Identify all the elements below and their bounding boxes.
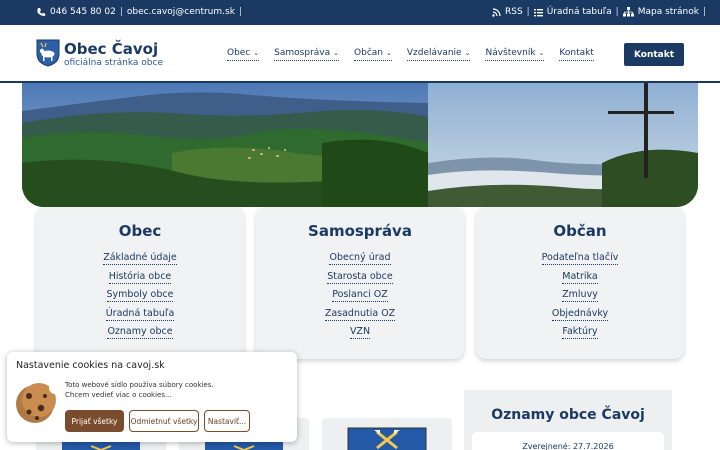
card-obec: Obec Základné údaje História obce Symbol… [36, 207, 244, 359]
cookie-title: Nastavenie cookies na cavoj.sk [16, 360, 165, 371]
cookie-icon [15, 380, 61, 430]
site-logo[interactable]: Obec Čavoj oficiálna stránka obce [36, 39, 163, 71]
news-card[interactable] [322, 418, 452, 450]
list-icon [533, 8, 543, 17]
nav-item-kontakt[interactable]: Kontakt [559, 48, 594, 61]
site-header: Obec Čavoj oficiálna stránka obce Obec ⌄… [0, 25, 720, 83]
card-link[interactable]: Symboly obce [36, 286, 244, 305]
cookie-banner: Nastavenie cookies na cavoj.sk Toto webo… [7, 352, 297, 442]
sitemap-link[interactable]: Mapa stránok [638, 7, 699, 17]
site-subtitle: oficiálna stránka obce [64, 58, 163, 68]
card-link[interactable]: Základné údaje [36, 249, 244, 268]
nav-label: Obec [227, 48, 251, 58]
nav-label: Občan [354, 48, 383, 58]
phone-link[interactable]: 046 545 80 02 [50, 7, 116, 17]
hero-landscape-image [22, 83, 698, 207]
separator: | [702, 7, 706, 17]
notice-date: Zverejnené: 27.7.2026 [522, 442, 614, 450]
nav-label: Návštevník [485, 48, 536, 58]
nav-item-navstevnik[interactable]: Návštevník ⌄ [485, 48, 545, 61]
nav-item-vzdelavanie[interactable]: Vzdelávanie ⌄ [406, 48, 471, 61]
main-nav: Obec ⌄ Samospráva ⌄ Občan ⌄ Vzdelávanie … [227, 48, 594, 61]
cookie-text: Toto webové sídlo používa súbory cookies… [65, 380, 214, 400]
card-link[interactable]: Matrika [476, 268, 684, 287]
card-link[interactable]: Objednávky [476, 305, 684, 324]
nav-label: Kontakt [559, 48, 594, 58]
card-link[interactable]: VZN [256, 323, 464, 342]
card-title[interactable]: Občan [476, 222, 684, 240]
notices-panel: Oznamy obce Čavoj Zverejnené: 27.7.2026 [464, 390, 672, 450]
card-link[interactable]: Zasadnutia OZ [256, 305, 464, 324]
rss-link[interactable]: RSS [505, 7, 523, 17]
accept-all-button[interactable]: Prijať všetky [65, 410, 124, 432]
card-link[interactable]: Starosta obce [256, 268, 464, 287]
rss-icon [492, 7, 501, 17]
nav-label: Vzdelávanie [406, 48, 462, 58]
card-title[interactable]: Samospráva [256, 222, 464, 240]
nav-label: Samospráva [274, 48, 331, 58]
official-board-link[interactable]: Úradná tabuľa [547, 7, 612, 17]
cookie-settings-button[interactable]: Nastaviť... [204, 410, 250, 432]
card-obcan: Občan Podateľna tlačív Matrika Zmluvy Ob… [476, 207, 684, 359]
hero-banner [22, 83, 698, 207]
separator: | [526, 7, 530, 17]
nav-item-samosprava[interactable]: Samospráva ⌄ [274, 48, 340, 61]
chevron-down-icon: ⌄ [253, 49, 260, 57]
card-link[interactable]: Obecný úrad [256, 249, 464, 268]
card-link[interactable]: Úradná tabuľa [36, 305, 244, 324]
separator: | [238, 7, 242, 17]
card-samosprava: Samospráva Obecný úrad Starosta obce Pos… [256, 207, 464, 359]
contact-button[interactable]: Kontakt [624, 43, 684, 66]
card-link[interactable]: Podateľna tlačív [476, 249, 684, 268]
chevron-down-icon: ⌄ [538, 49, 545, 57]
card-link[interactable]: Faktúry [476, 323, 684, 342]
email-link[interactable]: obec.cavoj@centrum.sk [127, 7, 235, 17]
news-thumbnail-image [347, 427, 427, 450]
top-bar: 046 545 80 02 | obec.cavoj@centrum.sk | … [0, 0, 720, 25]
coat-of-arms-icon [36, 39, 60, 71]
sitemap-icon [622, 7, 634, 17]
card-title[interactable]: Obec [36, 222, 244, 240]
phone-icon [36, 7, 46, 17]
separator: | [615, 7, 619, 17]
notices-title: Oznamy obce Čavoj [491, 407, 645, 423]
site-title: Obec Čavoj [64, 40, 159, 58]
chevron-down-icon: ⌄ [464, 49, 471, 57]
reject-all-button[interactable]: Odmietnuť všetky [129, 410, 199, 432]
cookie-more-link[interactable]: Chcem vedieť viac o cookies... [65, 390, 214, 400]
card-link[interactable]: Oznamy obce [36, 323, 244, 342]
notice-item[interactable]: Zverejnené: 27.7.2026 [472, 432, 664, 450]
chevron-down-icon: ⌄ [333, 49, 340, 57]
card-link[interactable]: Zmluvy [476, 286, 684, 305]
nav-item-obec[interactable]: Obec ⌄ [227, 48, 260, 61]
separator: | [119, 7, 123, 17]
nav-item-obcan[interactable]: Občan ⌄ [354, 48, 392, 61]
cookie-text-line: Toto webové sídlo používa súbory cookies… [65, 381, 214, 389]
card-link[interactable]: História obce [36, 268, 244, 287]
chevron-down-icon: ⌄ [385, 49, 392, 57]
card-link[interactable]: Poslanci OZ [256, 286, 464, 305]
